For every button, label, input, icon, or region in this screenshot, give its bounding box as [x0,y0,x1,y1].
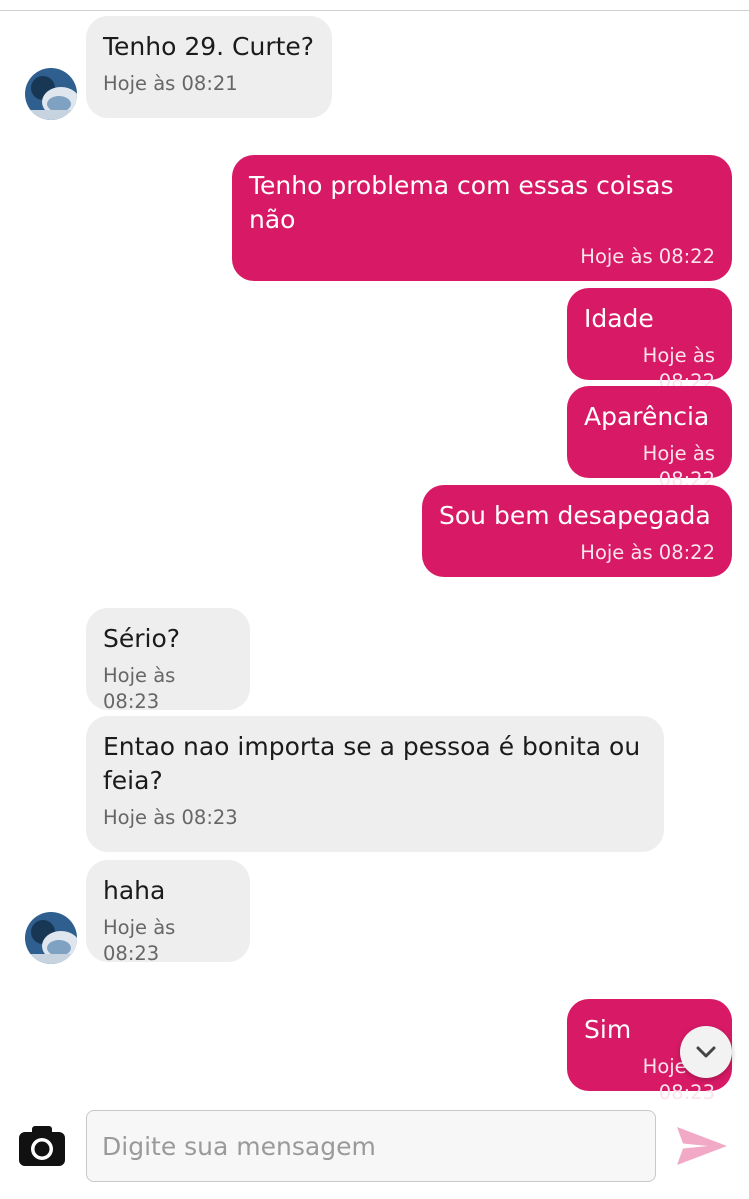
message-timestamp: Hoje às 08:22 [580,245,715,268]
message-text: Tenho 29. Curte? [103,32,315,61]
message-text: haha [103,876,166,905]
message-text: Aparência [584,402,710,431]
message-text: Idade [584,304,654,333]
message-timestamp: Hoje às 08:22 [580,541,715,564]
scroll-to-bottom-button[interactable] [680,1026,732,1078]
message-composer [0,1100,749,1199]
send-button[interactable] [672,1120,732,1172]
message-bubble-outgoing[interactable]: Idade Hoje às 08:22 [567,288,732,393]
chevron-down-icon [696,1046,716,1058]
message-bubble-incoming[interactable]: Entao nao importa se a pessoa é bonita o… [86,716,664,852]
message-timestamp: Hoje às 08:23 [103,806,238,829]
message-text: Tenho problema com essas coisas não [249,171,674,234]
send-icon [677,1127,727,1165]
message-bubble-incoming[interactable]: haha Hoje às 08:23 [86,860,250,965]
message-text: Sou bem desapegada [439,501,711,530]
message-input[interactable] [86,1110,656,1182]
message-bubble-outgoing[interactable]: Sou bem desapegada Hoje às 08:22 [422,485,732,577]
message-bubble-incoming[interactable]: Sério? Hoje às 08:23 [86,608,250,713]
camera-button[interactable] [18,1122,66,1170]
message-text: Sério? [103,624,181,653]
message-timestamp: Hoje às 08:21 [103,72,238,95]
message-thread[interactable]: Tenho 29. Curte? Hoje às 08:21 Tenho pro… [0,0,749,1104]
message-bubble-outgoing[interactable]: Tenho problema com essas coisas não Hoje… [232,155,732,281]
camera-icon [19,1126,65,1166]
message-timestamp: Hoje às 08:23 [103,664,176,713]
contact-avatar[interactable] [25,68,77,120]
contact-avatar[interactable] [25,912,77,964]
message-timestamp: Hoje às 08:23 [103,916,176,965]
message-text: Entao nao importa se a pessoa é bonita o… [103,732,641,795]
message-bubble-outgoing[interactable]: Aparência Hoje às 08:22 [567,386,732,491]
message-bubble-incoming[interactable]: Tenho 29. Curte? Hoje às 08:21 [86,16,332,118]
